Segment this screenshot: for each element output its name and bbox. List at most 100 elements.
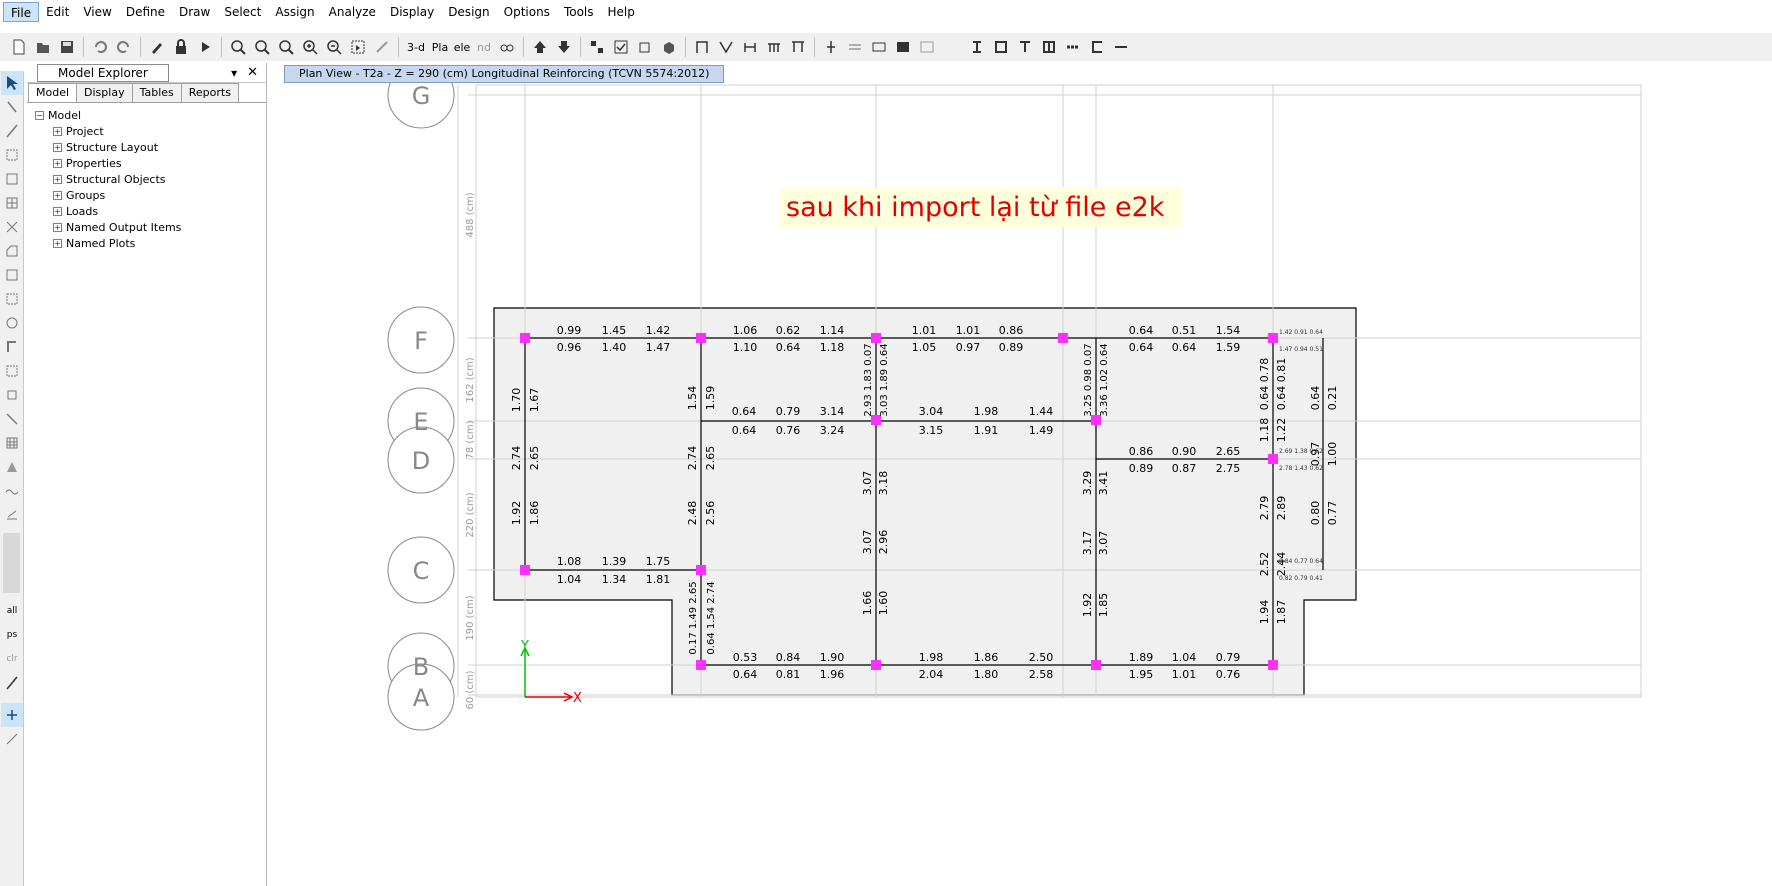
menu-display[interactable]: Display (383, 2, 441, 22)
collapse-icon[interactable]: − (35, 110, 44, 120)
menu-help[interactable]: Help (601, 2, 642, 22)
draw-opening-tool-icon[interactable] (1, 359, 23, 383)
section-i-icon[interactable] (966, 36, 988, 58)
tree-item[interactable]: + Named Plots (35, 235, 266, 251)
dropdown-arrow-icon[interactable]: ▾ (231, 66, 237, 80)
tree-item[interactable]: + Structural Objects (35, 171, 266, 187)
draw-wall-tool-icon[interactable] (1, 335, 23, 359)
redo-icon[interactable] (113, 36, 135, 58)
save-icon[interactable] (56, 36, 78, 58)
open-icon[interactable] (32, 36, 54, 58)
pointer-icon[interactable] (1, 71, 23, 95)
checkbox-icon[interactable] (610, 36, 632, 58)
zoom-restore-icon[interactable] (251, 36, 273, 58)
draw-grid-icon[interactable] (1, 191, 23, 215)
section-line-icon[interactable] (1110, 36, 1132, 58)
draw-area-grid-icon[interactable] (1, 287, 23, 311)
menu-tools[interactable]: Tools (557, 2, 601, 22)
view-tab-title[interactable]: Plan View - T2a - Z = 290 (cm) Longitudi… (284, 65, 725, 83)
tab-display[interactable]: Display (76, 83, 133, 102)
draw-link-icon[interactable] (739, 36, 761, 58)
plan-view-button[interactable]: Pla (430, 36, 450, 58)
expand-icon[interactable]: + (53, 142, 62, 152)
select-all-icon[interactable]: all (1, 599, 23, 623)
menu-analyze[interactable]: Analyze (322, 2, 383, 22)
section-i-box-icon[interactable] (1038, 36, 1060, 58)
expand-icon[interactable]: + (53, 174, 62, 184)
draw-circle-icon[interactable] (1, 311, 23, 335)
undo-icon[interactable] (89, 36, 111, 58)
draw-line-icon[interactable] (1, 119, 23, 143)
menu-draw[interactable]: Draw (172, 2, 217, 22)
move-up-icon[interactable] (529, 36, 551, 58)
new-file-icon[interactable] (8, 36, 30, 58)
draw-brace-icon[interactable] (715, 36, 737, 58)
draw-mesh-icon[interactable] (1, 431, 23, 455)
3d-view-button[interactable]: 3-d (404, 36, 428, 58)
menu-select[interactable]: Select (217, 2, 268, 22)
plan-view-canvas[interactable]: G F E D C B A 488 (cm) 162 (cm) 78 (cm) … (268, 83, 1772, 886)
draw-spline-icon[interactable] (1, 479, 23, 503)
tree-root[interactable]: − Model (35, 107, 266, 123)
draw-cross-icon[interactable] (1, 215, 23, 239)
draw-floor-icon[interactable] (1, 239, 23, 263)
pan-icon[interactable] (347, 36, 369, 58)
draw-rect-icon[interactable] (1, 167, 23, 191)
reshape-icon[interactable] (1, 95, 23, 119)
section-channel-icon[interactable] (1086, 36, 1108, 58)
elevation-view-button[interactable]: ele (452, 36, 472, 58)
run-icon[interactable] (194, 36, 216, 58)
section-box-icon[interactable] (990, 36, 1012, 58)
draw-area-icon[interactable] (1, 263, 23, 287)
draw-tendon-icon[interactable] (844, 36, 866, 58)
expand-icon[interactable]: + (53, 222, 62, 232)
view-cube-icon[interactable] (634, 36, 656, 58)
draw-beam-icon[interactable] (763, 36, 785, 58)
tree-item[interactable]: + Properties (35, 155, 266, 171)
lock-icon[interactable] (170, 36, 192, 58)
tab-tables[interactable]: Tables (131, 83, 182, 102)
menu-design[interactable]: Design (441, 2, 496, 22)
draw-column-icon[interactable] (787, 36, 809, 58)
glasses-icon[interactable] (496, 36, 518, 58)
zoom-out-icon[interactable] (323, 36, 345, 58)
tree-item[interactable]: + Loads (35, 203, 266, 219)
zoom-in-icon[interactable] (299, 36, 321, 58)
draw-box-icon[interactable] (1, 383, 23, 407)
tree-item[interactable]: + Project (35, 123, 266, 139)
snap-endpoint-icon[interactable] (1, 727, 23, 751)
section-tee-icon[interactable] (1014, 36, 1036, 58)
display-options-icon[interactable] (586, 36, 608, 58)
select-previous-icon[interactable]: ps (1, 623, 23, 647)
menu-file[interactable]: File (3, 2, 40, 22)
draw-opening-icon[interactable] (916, 36, 938, 58)
tab-model[interactable]: Model (28, 83, 78, 102)
expand-icon[interactable]: + (53, 158, 62, 168)
expand-icon[interactable]: + (53, 126, 62, 136)
expand-icon[interactable]: + (53, 206, 62, 216)
clear-selection-icon[interactable]: clr (1, 647, 23, 671)
menu-edit[interactable]: Edit (39, 2, 76, 22)
menu-assign[interactable]: Assign (268, 2, 321, 22)
tab-reports[interactable]: Reports (180, 83, 239, 102)
section-rebar-icon[interactable] (1062, 36, 1084, 58)
draw-frame-icon[interactable] (691, 36, 713, 58)
draw-polyline-icon[interactable] (1, 143, 23, 167)
select-intersect-icon[interactable] (1, 671, 23, 695)
draw-slab-icon[interactable] (892, 36, 914, 58)
tree-item[interactable]: + Groups (35, 187, 266, 203)
draw-section-icon[interactable] (820, 36, 842, 58)
tree-item[interactable]: + Structure Layout (35, 139, 266, 155)
expand-icon[interactable]: + (53, 238, 62, 248)
expand-icon[interactable]: + (53, 190, 62, 200)
menu-define[interactable]: Define (119, 2, 172, 22)
draw-dimension-icon[interactable] (1, 503, 23, 527)
object-shrink-icon[interactable] (658, 36, 680, 58)
draw-ramp-icon[interactable] (1, 455, 23, 479)
move-down-icon[interactable] (553, 36, 575, 58)
nd-button[interactable]: nd (474, 36, 494, 58)
menu-options[interactable]: Options (497, 2, 557, 22)
zoom-previous-icon[interactable] (275, 36, 297, 58)
draw-wall-icon[interactable] (868, 36, 890, 58)
close-icon[interactable]: ✕ (247, 65, 258, 80)
